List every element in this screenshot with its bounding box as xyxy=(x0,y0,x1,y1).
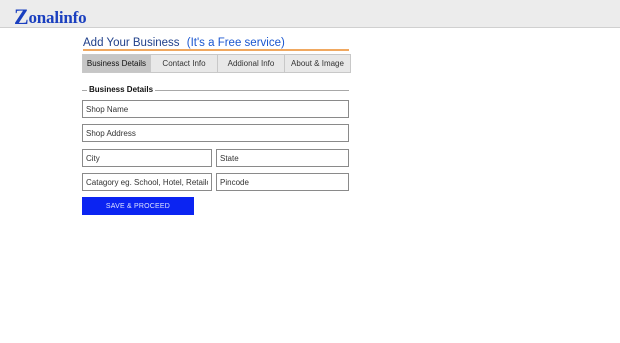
logo-initial: Z xyxy=(14,4,29,29)
logo-text: onalinfo xyxy=(28,8,87,27)
state-input[interactable] xyxy=(216,149,349,167)
tab-about-image[interactable]: About & Image xyxy=(285,55,350,72)
form-tabs: Business Details Contact Info Addional I… xyxy=(82,54,351,73)
save-proceed-button[interactable]: SAVE & PROCEED xyxy=(82,197,194,215)
page-title: Add Your Business (It's a Free service) xyxy=(83,37,349,51)
tab-business-details[interactable]: Business Details xyxy=(83,55,151,72)
shop-address-input[interactable] xyxy=(82,124,349,142)
shop-name-input[interactable] xyxy=(82,100,349,118)
page-title-sub: (It's a Free service) xyxy=(186,37,285,49)
category-input[interactable] xyxy=(82,173,212,191)
zonalinfo-logo[interactable]: Zonalinfo xyxy=(14,3,87,29)
tab-additional-info[interactable]: Addional Info xyxy=(218,55,285,72)
city-input[interactable] xyxy=(82,149,212,167)
page-title-main: Add Your Business xyxy=(83,37,180,49)
fieldset-legend: Business Details xyxy=(87,85,156,94)
tab-contact-info[interactable]: Contact Info xyxy=(151,55,218,72)
top-bar: Zonalinfo xyxy=(0,0,620,29)
pincode-input[interactable] xyxy=(216,173,349,191)
